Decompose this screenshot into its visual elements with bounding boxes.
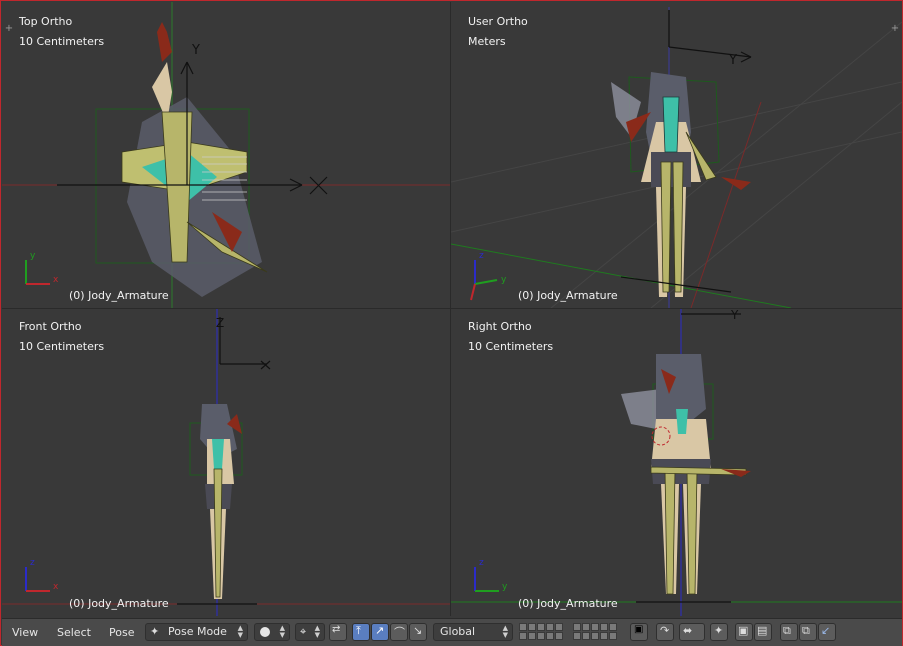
render-anim-button[interactable]: ▤ [754,623,772,641]
svg-text:x: x [53,275,59,285]
align-toggle[interactable]: ✦ [710,623,728,641]
transform-orientation-select[interactable]: Global ▲ ▼ [433,623,513,641]
viewport-scale: 10 Centimeters [468,340,554,353]
layers-icon[interactable] [519,623,563,640]
viewport-scale: 10 Centimeters [19,35,105,48]
scale-icon: ⌒ [394,626,405,639]
layers-icon-2[interactable] [573,623,617,640]
user-ortho-scene: Y z y [451,7,902,308]
manipulator-toggle[interactable]: ⇄ [329,623,347,641]
blender-window: Y y x + Top Ortho 10 Centimeters (0) Jod… [0,0,903,646]
viewport-front-ortho[interactable]: Z z x Front Ortho 10 Centimeters (0) Jod… [2,309,451,616]
menu-view[interactable]: View [12,626,38,639]
viewport-view-name: Right Ortho [468,320,532,333]
scale-manip-icon: ↘ [413,624,423,637]
chevron-updown-icon: ▲ ▼ [237,624,243,639]
svg-text:Y: Y [191,43,200,58]
corner-plus-icon[interactable]: + [4,24,14,34]
viewport-object-label: (0) Jody_Armature [518,597,618,610]
translate-toggle[interactable]: ⤒ [352,623,370,641]
chevron-updown-icon: ▲ ▼ [502,624,508,639]
scale-toggle[interactable]: ⌒ [390,623,408,641]
render-button[interactable]: ▣ [735,623,753,641]
viewport-scale: 10 Centimeters [19,340,105,353]
paste-flip-icon: ↙ [821,624,831,637]
viewport-view-name: Top Ortho [19,15,73,28]
viewport-top-ortho[interactable]: Y y x + Top Ortho 10 Centimeters (0) Jod… [2,2,451,309]
pivot-icon: ⌖ [300,625,307,638]
pose-mode-icon: ✦ [150,625,160,638]
snap-icon: ↷ [660,624,670,637]
svg-text:Z: Z [216,316,224,330]
translate-icon: ⤒ [356,624,361,637]
viewport-view-name: User Ortho [468,15,528,28]
svg-text:x: x [53,582,59,592]
svg-text:y: y [501,275,507,285]
copy-pose-button[interactable]: ⧉ [780,623,798,641]
svg-text:Y: Y [728,53,737,68]
render-anim-icon: ▤ [757,624,768,637]
right-ortho-scene: Y z y [451,309,902,616]
viewport-scale: Meters [468,35,506,48]
svg-text:z: z [479,251,484,261]
svg-text:Y: Y [730,309,739,322]
snap-element-icon: ⬌ [683,624,693,637]
front-ortho-scene: Z z x [2,309,450,616]
snap-toggle[interactable]: ↷ [656,623,674,641]
menu-pose[interactable]: Pose [109,626,134,639]
viewport-right-ortho[interactable]: Y z y Right Ortho 10 Centimeters (0) Jod… [451,309,902,616]
shading-solid-icon [260,627,270,637]
paste-flip-button[interactable]: ↙ [818,623,836,641]
scale-manip-toggle[interactable]: ↘ [409,623,427,641]
svg-text:y: y [502,582,508,592]
corner-plus-icon[interactable]: + [890,24,900,34]
viewport-shading-select[interactable]: ▲ ▼ [254,623,290,641]
manipulator-icon: ⇄ [332,624,341,635]
render-icon: ▣ [738,624,749,637]
copy-pose-icon: ⧉ [783,624,791,637]
rotate-toggle[interactable]: ↗ [371,623,389,641]
proportional-toggle[interactable]: ▣ [630,623,648,641]
snap-element-select[interactable]: ⬌ [679,623,705,641]
chevron-updown-icon: ▲ ▼ [279,624,285,639]
chevron-updown-icon: ▲ ▼ [314,624,320,639]
proportional-icon: ▣ [634,624,644,635]
viewport-view-name: Front Ortho [19,320,82,333]
paste-pose-icon: ⧉ [802,624,810,637]
3d-view-header: View Select Pose ✦ Pose Mode ▲ ▼ ▲ ▼ ⌖ ▲ ▼ … [2,618,902,646]
viewport-user-ortho[interactable]: Y z y + User Ortho Meters (0) Jody_Armat… [451,2,902,309]
align-icon: ✦ [714,624,724,637]
menu-select[interactable]: Select [57,626,91,639]
svg-text:z: z [30,558,35,568]
rotate-icon: ↗ [375,624,385,637]
svg-text:y: y [30,251,36,261]
mode-select[interactable]: ✦ Pose Mode ▲ ▼ [145,623,248,641]
transform-orientation-label: Global [440,625,476,638]
viewport-object-label: (0) Jody_Armature [69,597,169,610]
pivot-point-select[interactable]: ⌖ ▲ ▼ [295,623,325,641]
mode-select-label: Pose Mode [168,625,227,638]
svg-text:z: z [479,558,484,568]
viewport-object-label: (0) Jody_Armature [69,289,169,302]
viewport-object-label: (0) Jody_Armature [518,289,618,302]
paste-pose-button[interactable]: ⧉ [799,623,817,641]
